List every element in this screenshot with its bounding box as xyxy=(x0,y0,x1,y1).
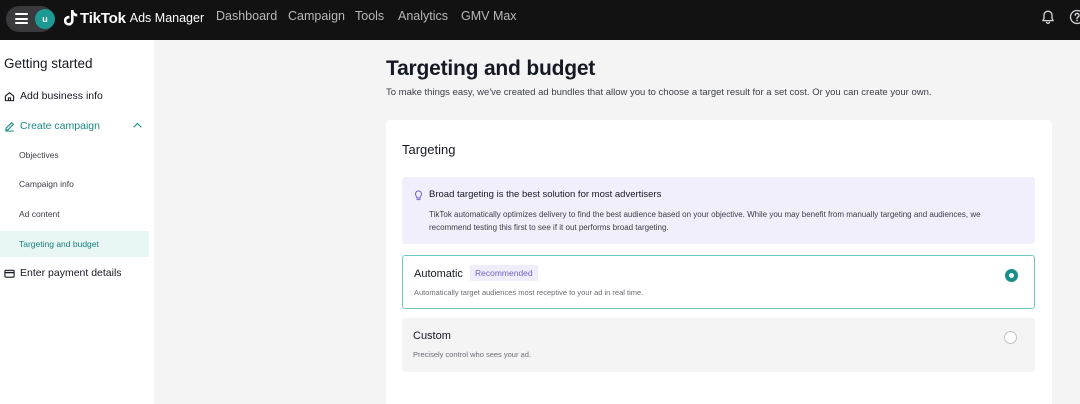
sidebar-title: Getting started xyxy=(4,56,93,71)
nav-gmv-max[interactable]: GMV Max xyxy=(461,9,517,23)
targeting-option-custom[interactable]: Custom Precisely control who sees your a… xyxy=(402,318,1035,372)
page-title: Targeting and budget xyxy=(386,57,596,80)
option-label: Custom xyxy=(413,330,451,342)
info-body: TikTok automatically optimizes delivery … xyxy=(429,210,981,232)
custom-radio[interactable] xyxy=(1004,331,1017,344)
sidebar-item-label: Enter payment details xyxy=(20,267,122,279)
brand-product: Ads Manager xyxy=(129,11,205,25)
help-icon[interactable] xyxy=(1069,9,1080,25)
sidebar-item-create-campaign[interactable]: Create campaign xyxy=(0,113,149,139)
chevron-up-icon[interactable] xyxy=(133,122,142,128)
sidebar-item-add-business-info[interactable]: Add business info xyxy=(0,83,149,109)
broad-targeting-info-banner: Broad targeting is the best solution for… xyxy=(402,177,1035,244)
tiktok-ads-manager-logo[interactable]: TikTok Ads Manager xyxy=(64,8,204,28)
sidebar-item-enter-payment-details[interactable]: Enter payment details xyxy=(0,260,149,286)
home-icon xyxy=(4,91,15,101)
top-navigation-bar: u TikTok Ads Manager Dashboard Campaign … xyxy=(0,0,1080,40)
setup-sidebar: Getting started Add business info Create… xyxy=(0,40,154,404)
nav-tools[interactable]: Tools xyxy=(355,9,384,23)
account-menu-button[interactable]: u xyxy=(6,6,55,32)
option-description: Automatically target audiences most rece… xyxy=(414,288,644,297)
targeting-option-automatic[interactable]: Automatic Recommended Automatically targ… xyxy=(402,255,1035,309)
hamburger-icon[interactable] xyxy=(15,13,28,24)
automatic-radio[interactable] xyxy=(1005,269,1018,282)
sidebar-subitem-targeting-and-budget[interactable]: Targeting and budget xyxy=(0,231,149,257)
nav-campaign[interactable]: Campaign xyxy=(288,9,345,23)
card-title: Targeting xyxy=(402,142,456,157)
page-subtitle: To make things easy, we've created ad bu… xyxy=(386,87,932,98)
targeting-card: Targeting Broad targeting is the best so… xyxy=(386,120,1052,404)
info-title: Broad targeting is the best solution for… xyxy=(429,189,662,200)
option-description: Precisely control who sees your ad. xyxy=(413,350,531,359)
nav-dashboard[interactable]: Dashboard xyxy=(216,9,277,23)
sidebar-subitem-campaign-info[interactable]: Campaign info xyxy=(0,171,149,197)
brand-name: TikTok xyxy=(80,9,126,27)
sidebar-subitem-objectives[interactable]: Objectives xyxy=(0,142,149,168)
sidebar-subitem-ad-content[interactable]: Ad content xyxy=(0,201,149,227)
lightbulb-icon xyxy=(415,190,422,201)
tiktok-logo-icon xyxy=(64,10,78,26)
sidebar-item-label: Create campaign xyxy=(20,120,100,132)
recommended-badge: Recommended xyxy=(470,265,538,281)
avatar[interactable]: u xyxy=(35,9,55,29)
credit-card-icon xyxy=(4,269,15,278)
sidebar-item-label: Add business info xyxy=(20,90,103,102)
bell-icon[interactable] xyxy=(1040,9,1056,25)
option-label: Automatic xyxy=(414,268,463,280)
nav-analytics[interactable]: Analytics xyxy=(398,9,448,23)
edit-icon xyxy=(5,121,14,132)
